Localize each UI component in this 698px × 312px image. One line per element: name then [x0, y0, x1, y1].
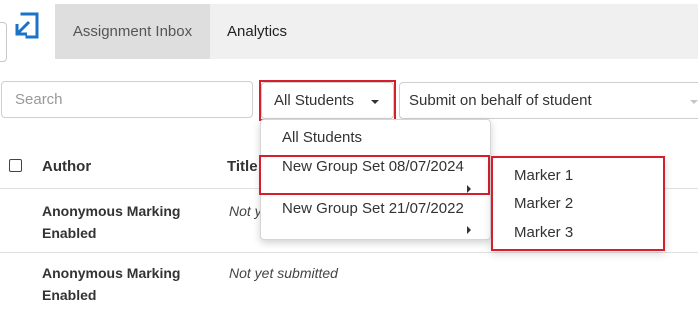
table-row-author: Anonymous Marking Enabled	[42, 262, 212, 306]
select-all-checkbox[interactable]	[9, 159, 22, 172]
table-row-status: Not yet submitted	[229, 265, 338, 281]
chevron-right-icon	[467, 226, 471, 234]
highlight-student-filter	[259, 80, 396, 121]
column-header-title[interactable]: Title	[227, 158, 258, 175]
author-line: Enabled	[42, 287, 97, 303]
marker-submenu: Marker 1 Marker 2 Marker 3	[491, 156, 665, 251]
highlight-group-set	[259, 155, 490, 195]
submenu-item-marker-3[interactable]: Marker 3	[514, 224, 573, 241]
caret-down-icon	[690, 100, 698, 104]
side-panel-edge[interactable]	[0, 22, 7, 62]
column-header-author[interactable]: Author	[42, 158, 91, 175]
submit-on-behalf-label: Submit on behalf of student	[409, 92, 592, 109]
author-line: Enabled	[42, 225, 97, 241]
logo-area[interactable]	[0, 4, 55, 59]
submit-on-behalf-dropdown[interactable]: Submit on behalf of student	[399, 82, 698, 119]
table-row-author: Anonymous Marking Enabled	[42, 200, 212, 244]
import-arrow-icon	[15, 12, 39, 39]
author-line: Anonymous Marking	[42, 203, 181, 219]
row-divider	[0, 252, 698, 253]
tab-analytics[interactable]: Analytics	[210, 4, 305, 59]
menu-item-all-students[interactable]: All Students	[261, 129, 490, 146]
search-input[interactable]: Search	[1, 81, 253, 118]
tab-assignment-inbox[interactable]: Assignment Inbox	[55, 4, 210, 59]
menu-item-group-set-2022[interactable]: New Group Set 21/07/2022	[261, 200, 490, 217]
author-line: Anonymous Marking	[42, 265, 181, 281]
top-nav: Assignment Inbox Analytics	[0, 4, 698, 59]
submenu-item-marker-2[interactable]: Marker 2	[514, 195, 573, 212]
submenu-item-marker-1[interactable]: Marker 1	[514, 167, 573, 184]
